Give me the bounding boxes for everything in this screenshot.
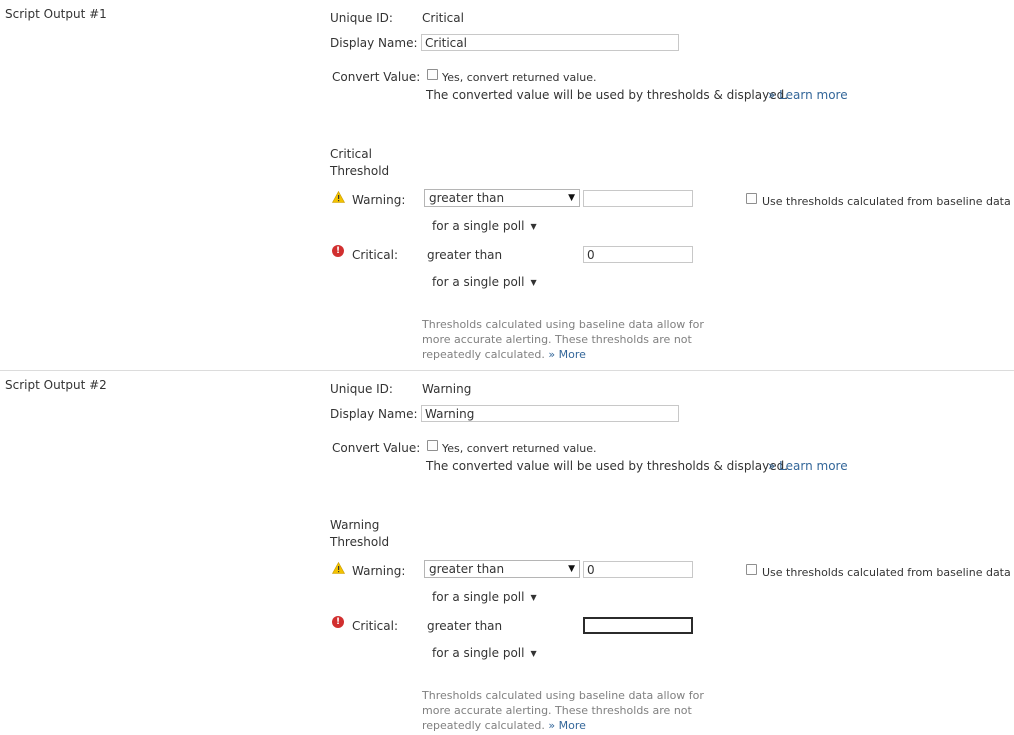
warning-poll-label: for a single poll [432,219,525,233]
caret-down-icon: ▼ [530,222,537,231]
dropdown-arrow-icon: ▼ [568,193,575,203]
baseline-note: Thresholds calculated using baseline dat… [422,317,727,362]
caret-down-icon: ▼ [530,278,537,287]
display-name-input[interactable] [421,34,679,51]
warning-triangle-icon [332,191,345,203]
critical-operator-value: greater than [427,248,503,262]
baseline-note: Thresholds calculated using baseline dat… [422,688,727,733]
baseline-checkbox-label: Use thresholds calculated from baseline … [762,195,1011,208]
critical-label: Critical: [352,619,399,633]
unique-id-label: Unique ID: [330,11,393,25]
critical-exclamation-icon: ! [332,245,344,257]
convert-help-text: The converted value will be used by thre… [426,88,789,102]
dropdown-arrow-icon: ▼ [568,564,575,574]
warning-poll-label: for a single poll [432,590,525,604]
unique-id-value: Warning [422,382,472,396]
convert-value-label: Convert Value: [332,441,421,455]
convert-value-checkbox-label: Yes, convert returned value. [442,71,597,84]
critical-label: Critical: [352,248,399,262]
more-link[interactable]: » More [548,719,586,732]
convert-value-checkbox[interactable] [427,440,438,451]
warning-value-input[interactable] [583,561,693,578]
script-output-section-2: Script Output #2 Unique ID: Warning Disp… [0,371,1014,735]
display-name-input[interactable] [421,405,679,422]
warning-triangle-icon [332,562,345,574]
caret-down-icon: ▼ [530,649,537,658]
section-title: Script Output #2 [5,378,107,392]
baseline-checkbox[interactable] [746,564,757,575]
critical-value-input[interactable] [583,246,693,263]
warning-operator-select[interactable]: greater than ▼ [424,560,580,578]
display-name-label: Display Name: [330,407,418,421]
threshold-heading-line1: Warning [330,518,380,532]
warning-label: Warning: [352,193,406,207]
warning-operator-value: greater than [429,191,505,205]
warning-operator-select[interactable]: greater than ▼ [424,189,580,207]
threshold-heading-line2: Threshold [330,535,390,549]
warning-value-input[interactable] [583,190,693,207]
baseline-checkbox-label: Use thresholds calculated from baseline … [762,566,1011,579]
critical-poll-label: for a single poll [432,646,525,660]
unique-id-label: Unique ID: [330,382,393,396]
critical-poll-label: for a single poll [432,275,525,289]
convert-help-text: The converted value will be used by thre… [426,459,789,473]
critical-value-input[interactable] [583,617,693,634]
warning-label: Warning: [352,564,406,578]
warning-poll-dropdown[interactable]: for a single poll ▼ [432,219,537,233]
script-output-section-1: Script Output #1 Unique ID: Critical Dis… [0,0,1014,370]
unique-id-value: Critical [422,11,464,25]
learn-more-link[interactable]: » Learn more [768,88,848,102]
more-link[interactable]: » More [548,348,586,361]
convert-value-checkbox[interactable] [427,69,438,80]
section-title: Script Output #1 [5,7,107,21]
baseline-checkbox[interactable] [746,193,757,204]
caret-down-icon: ▼ [530,593,537,602]
warning-operator-value: greater than [429,562,505,576]
critical-poll-dropdown[interactable]: for a single poll ▼ [432,275,537,289]
warning-poll-dropdown[interactable]: for a single poll ▼ [432,590,537,604]
display-name-label: Display Name: [330,36,418,50]
threshold-heading-line2: Threshold [330,164,390,178]
threshold-heading-line1: Critical [330,147,372,161]
critical-poll-dropdown[interactable]: for a single poll ▼ [432,646,537,660]
critical-exclamation-icon: ! [332,616,344,628]
convert-value-label: Convert Value: [332,70,421,84]
learn-more-link[interactable]: » Learn more [768,459,848,473]
critical-operator-value: greater than [427,619,503,633]
convert-value-checkbox-label: Yes, convert returned value. [442,442,597,455]
